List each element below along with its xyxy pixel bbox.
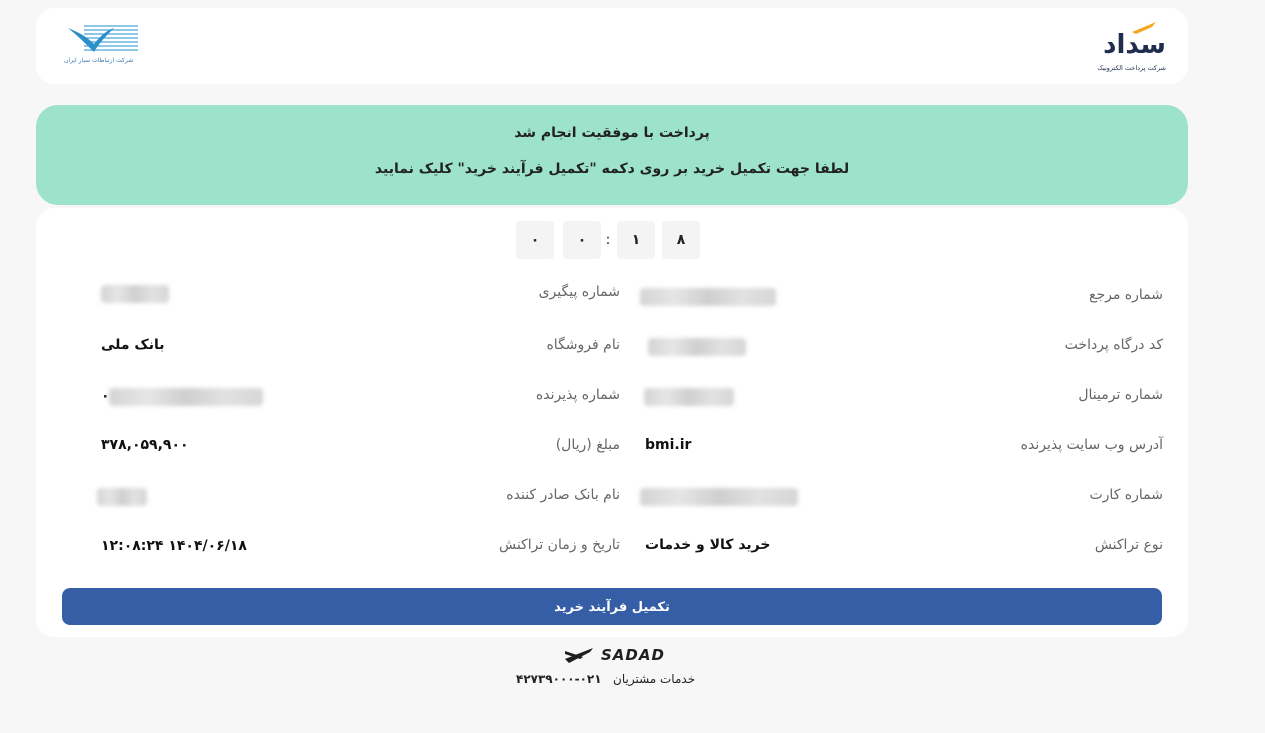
sadad-mark-icon <box>565 648 593 663</box>
terminal-number-label: شماره ترمینال <box>1078 387 1163 403</box>
transaction-type-label: نوع تراکنش <box>1094 537 1163 553</box>
reference-number-value-redacted <box>640 288 776 306</box>
card-number-label: شماره کارت <box>1089 487 1163 503</box>
receipt-card: ۰ ۰ : ۱ ۸ شماره مرجع شماره پیگیری کد درگ… <box>36 208 1188 637</box>
timer-digit: ۸ <box>662 221 700 259</box>
transaction-datetime-label: تاریخ و زمان تراکنش <box>498 537 620 553</box>
tracking-number-label: شماره پیگیری <box>538 284 620 300</box>
store-name-value: بانک ملی <box>101 337 165 353</box>
timer-digit: ۱ <box>617 221 655 259</box>
timer-separator: : <box>605 232 611 248</box>
support-phone[interactable]: ۰۲۱-۴۲۷۳۹۰۰۰ <box>516 672 602 686</box>
footer-brand: SADAD <box>601 646 665 664</box>
brand-name: سداد <box>1103 30 1167 60</box>
partner-logo: شرکت ارتباطات سیار ایران <box>64 22 138 70</box>
success-instruction: لطفا جهت تکمیل خرید بر روی دکمه "تکمیل ف… <box>374 161 850 177</box>
timer-digit: ۰ <box>516 221 554 259</box>
brand-subtitle: شرکت پرداخت الکترونیک <box>1097 64 1166 72</box>
amount-label: مبلغ (ریال) <box>555 437 620 453</box>
card-number-value-redacted <box>640 488 798 506</box>
partner-logo-text: شرکت ارتباطات سیار ایران <box>64 57 134 64</box>
terminal-number-value-redacted <box>644 388 734 406</box>
transaction-type-value: خرید کالا و خدمات <box>645 537 771 553</box>
success-title: پرداخت با موفقیت انجام شد <box>514 125 710 141</box>
success-banner: پرداخت با موفقیت انجام شد لطفا جهت تکمیل… <box>36 105 1188 205</box>
support-label: خدمات مشتریان <box>613 672 696 686</box>
customer-support: خدمات مشتریان ۰۲۱-۴۲۷۳۹۰۰۰ <box>516 672 695 686</box>
issuer-bank-value-redacted <box>97 488 147 506</box>
timer-digit: ۰ <box>563 221 601 259</box>
tracking-number-value-redacted <box>101 285 169 303</box>
footer-logo: SADAD <box>563 645 665 667</box>
reference-number-label: شماره مرجع <box>1089 287 1163 303</box>
sadad-logo: سداد شرکت پرداخت الکترونیک <box>1086 20 1167 76</box>
header: شرکت ارتباطات سیار ایران سداد شرکت پرداخ… <box>36 8 1188 84</box>
amount-value: ۳۷۸,۰۵۹,۹۰۰ <box>101 437 189 453</box>
gateway-code-label: کد درگاه پرداخت <box>1064 337 1163 353</box>
issuer-bank-label: نام بانک صادر کننده <box>506 487 620 503</box>
gateway-code-value-redacted <box>648 338 746 356</box>
acceptor-site-label: آدرس وب سایت پذیرنده <box>1020 437 1163 453</box>
store-name-label: نام فروشگاه <box>546 337 620 353</box>
transaction-datetime-value: ۱۴۰۴/۰۶/۱۸ ۱۲:۰۸:۲۴ <box>101 538 247 554</box>
complete-purchase-button[interactable]: تکمیل فرآیند خرید <box>62 588 1162 625</box>
acceptor-number-label: شماره پذیرنده <box>535 387 620 403</box>
acceptor-site-value: bmi.ir <box>645 437 692 453</box>
acceptor-number-value-redacted <box>109 388 263 406</box>
